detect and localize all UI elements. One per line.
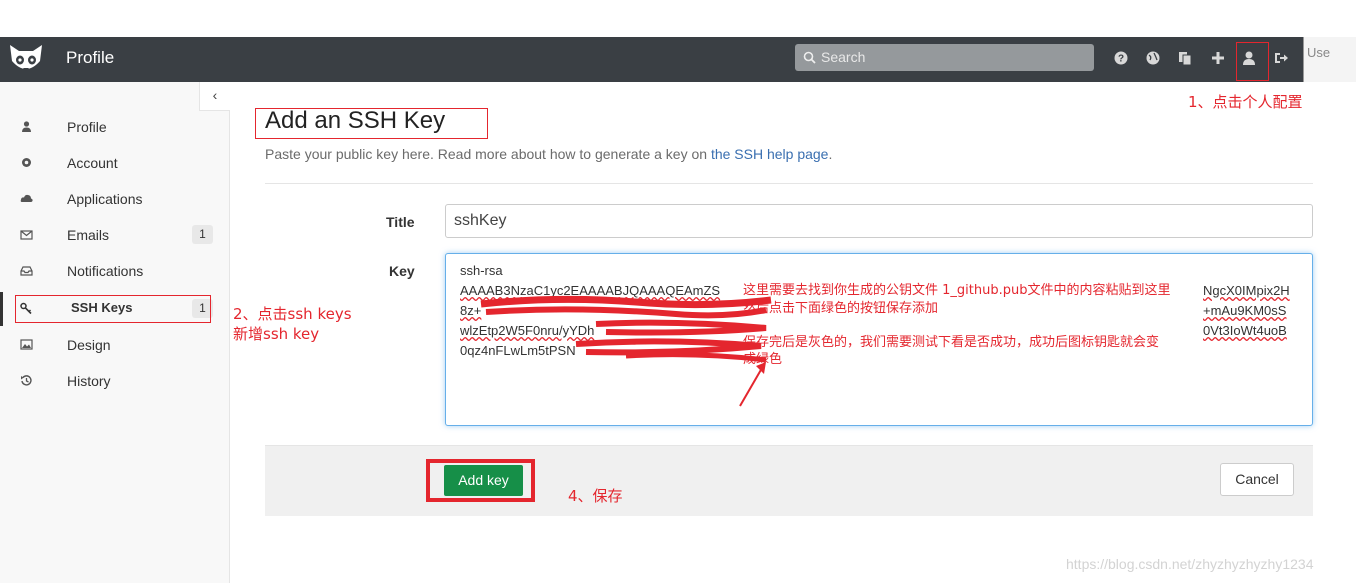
gear-icon — [22, 158, 31, 167]
divider — [265, 183, 1313, 184]
sidebar-item-label: Emails — [67, 227, 110, 243]
user-icon — [22, 121, 31, 132]
cancel-button[interactable]: Cancel — [1220, 463, 1294, 496]
title-input[interactable]: sshKey — [445, 204, 1313, 238]
sidebar-item-label: Design — [67, 337, 111, 353]
sidebar-item-profile[interactable]: Profile — [0, 112, 229, 142]
watermark-text: https://blog.csdn.net/zhyzhyzhyzhy1234 — [1066, 556, 1314, 572]
highlight-user-icon — [1236, 42, 1269, 81]
sign-out-icon[interactable] — [1272, 49, 1290, 67]
sidebar-item-label: Notifications — [67, 263, 144, 279]
top-strip — [0, 0, 1356, 37]
cloud-icon — [20, 194, 33, 202]
search-icon — [803, 51, 816, 64]
emails-count-badge: 1 — [192, 225, 213, 244]
sidebar-item-notifications[interactable]: Notifications — [0, 256, 229, 286]
annotation-key-note-line2: 然后点击下面绿色的按钮保存添加 — [743, 301, 939, 316]
search-placeholder: Search — [821, 49, 866, 65]
svg-text:?: ? — [1118, 54, 1124, 65]
annotation-key-note-line1: 这里需要去找到你生成的公钥文件 1_github.pub文件中的内容粘贴到这里 — [743, 283, 1171, 298]
envelope-icon — [20, 230, 33, 240]
page-title-nav: Profile — [66, 48, 115, 67]
annotation-step2-line2: 新增ssh key — [233, 325, 320, 343]
plus-icon[interactable] — [1209, 49, 1227, 67]
subtitle-text: Paste your public key here. Read more ab… — [265, 146, 711, 162]
chevron-left-icon: ‹ — [212, 87, 218, 103]
gitlab-logo-icon[interactable] — [6, 41, 46, 79]
key-text-line: ssh-rsa — [460, 263, 503, 278]
key-text-line: 0Vt3IoWt4uoB — [1203, 323, 1287, 338]
globe-icon[interactable] — [1144, 49, 1162, 67]
inbox-icon — [20, 266, 33, 276]
key-text-line: +mAu9KM0sS — [1203, 303, 1287, 318]
form-actions — [265, 445, 1313, 516]
highlight-page-title — [255, 108, 488, 139]
copy-icon[interactable] — [1176, 49, 1194, 67]
sidebar-item-emails[interactable]: Emails 1 — [0, 220, 229, 250]
search-input[interactable]: Search — [795, 44, 1094, 71]
sidebar: ‹ Profile Account Applications Emails 1 … — [0, 82, 230, 583]
sidebar-item-label: Applications — [67, 191, 143, 207]
annotation-arrow-icon — [739, 362, 766, 407]
annotation-step1: 1、点击个人配置 — [1188, 93, 1303, 111]
annotation-step4: 4、保存 — [568, 487, 623, 505]
ssh-help-link[interactable]: the SSH help page — [711, 146, 829, 162]
sidebar-collapse-button[interactable]: ‹ — [199, 82, 230, 111]
image-icon — [20, 339, 33, 350]
sidebar-item-label: Account — [67, 155, 118, 171]
sidebar-item-design[interactable]: Design — [0, 330, 229, 360]
sidebar-item-history[interactable]: History — [0, 366, 229, 396]
navbar: Profile Search ? Use — [0, 37, 1356, 82]
add-key-button[interactable]: Add key — [444, 465, 523, 496]
history-icon — [21, 375, 32, 386]
key-text-line: NgcX0IMpix2H — [1203, 283, 1290, 298]
avatar-alt-text: Use — [1307, 45, 1331, 60]
subtitle-suffix: . — [828, 146, 833, 162]
highlight-ssh-keys — [15, 295, 211, 323]
sidebar-item-applications[interactable]: Applications — [0, 184, 229, 214]
key-label: Key — [389, 263, 415, 279]
avatar[interactable]: Use — [1303, 37, 1356, 82]
sidebar-item-label: History — [67, 373, 111, 389]
sidebar-item-label: Profile — [67, 119, 107, 135]
title-label: Title — [386, 214, 415, 230]
page-subtitle: Paste your public key here. Read more ab… — [265, 146, 832, 162]
help-icon[interactable]: ? — [1112, 49, 1130, 67]
key-textarea[interactable]: ssh-rsa AAAAB3NzaC1yc2EAAAABJQAAAQEAmZS … — [445, 253, 1313, 426]
redaction-scribble — [480, 295, 772, 363]
annotation-key-note-line3: 保存完后是灰色的，我们需要测试下看是否成功，成功后图标钥匙就会变 — [743, 335, 1160, 350]
annotation-step2-line1: 2、点击ssh keys — [233, 305, 352, 323]
sidebar-item-account[interactable]: Account — [0, 148, 229, 178]
active-indicator — [0, 292, 3, 326]
